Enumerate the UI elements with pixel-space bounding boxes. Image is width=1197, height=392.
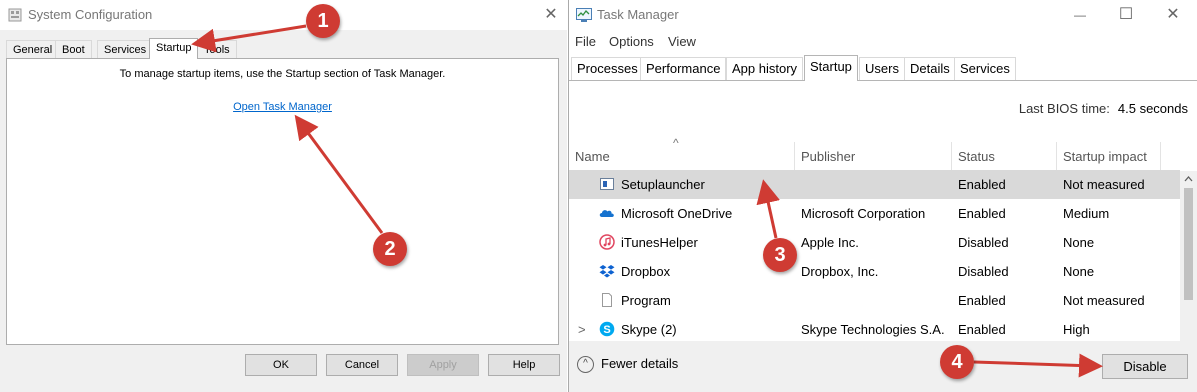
annotation-badge-4: 4 [940,345,974,379]
annotation-arrows [191,24,1103,378]
arrow-3 [756,179,780,239]
annotation-badge-2: 2 [373,232,407,266]
arrow-2 [294,114,384,234]
arrow-4 [973,353,1103,378]
annotation-badge-3: 3 [763,238,797,272]
annotation-badge-1: 1 [306,4,340,38]
arrow-1 [191,24,307,53]
